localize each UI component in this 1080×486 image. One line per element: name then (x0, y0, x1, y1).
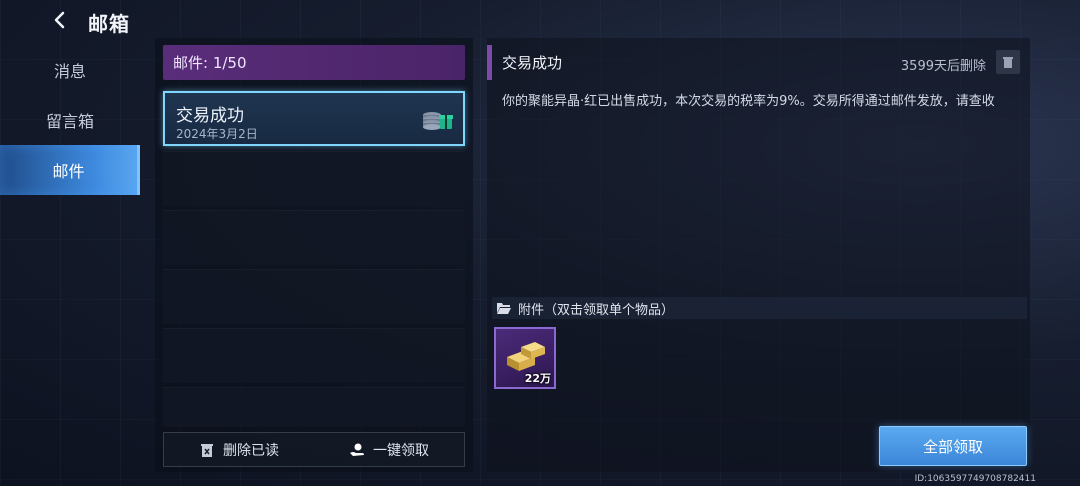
delete-mail-button[interactable] (996, 50, 1020, 74)
mail-count-header: 邮件: 1/50 (163, 45, 465, 80)
header: 邮箱 (0, 0, 300, 40)
sidebar: 消息 留言箱 邮件 (0, 45, 140, 195)
mail-list-panel: 邮件: 1/50 交易成功 2024年3月2日 删除已读 一键领取 (155, 38, 473, 472)
sidebar-item-mail[interactable]: 邮件 (0, 145, 140, 195)
expire-text: 3599天后删除 (900, 59, 986, 74)
trash-icon (1003, 57, 1013, 68)
empty-mail-slot (163, 151, 465, 206)
user-id-text: ID:1063597749708782411 (914, 474, 1036, 484)
sidebar-item-message-box[interactable]: 留言箱 (0, 95, 140, 145)
mail-list-item[interactable]: 交易成功 2024年3月2日 (163, 91, 465, 146)
attachment-item[interactable]: 22万 (494, 327, 556, 389)
mail-detail-title: 交易成功 (502, 54, 563, 72)
claim-one-key-button[interactable]: 一键领取 (314, 433, 464, 466)
mail-subject: 交易成功 (176, 106, 244, 126)
attachment-count: 22万 (524, 372, 551, 385)
coins-gift-icon (423, 112, 453, 130)
claim-all-button[interactable]: 全部领取 (879, 426, 1027, 466)
attachments-header: 附件（双击领取单个物品） (492, 297, 1027, 319)
back-button[interactable] (48, 8, 72, 32)
mail-body-text: 你的聚能异晶·红已出售成功，本次交易的税率为9%。交易所得通过邮件发放，请查收 (502, 94, 995, 109)
delete-read-label: 删除已读 (223, 442, 279, 459)
sidebar-item-messages[interactable]: 消息 (0, 45, 140, 95)
empty-mail-slot (163, 210, 465, 265)
title-accent-bar (487, 45, 492, 80)
hand-receive-icon (350, 443, 364, 456)
mail-date: 2024年3月2日 (176, 127, 258, 141)
attachments-label: 附件（双击领取单个物品） (518, 302, 675, 318)
delete-read-button[interactable]: 删除已读 (164, 433, 314, 466)
mail-list-footer: 删除已读 一键领取 (163, 432, 465, 467)
empty-mail-slot (163, 387, 465, 427)
empty-mail-slot (163, 269, 465, 324)
page-title: 邮箱 (88, 12, 130, 36)
gold-bars-icon (507, 342, 545, 371)
folder-open-icon (497, 303, 511, 314)
chevron-left-icon (54, 11, 65, 29)
claim-one-key-label: 一键领取 (373, 442, 429, 459)
mail-detail-panel: 交易成功 3599天后删除 你的聚能异晶·红已出售成功，本次交易的税率为9%。交… (487, 38, 1030, 472)
trash-icon (201, 443, 213, 457)
empty-mail-slot (163, 328, 465, 383)
